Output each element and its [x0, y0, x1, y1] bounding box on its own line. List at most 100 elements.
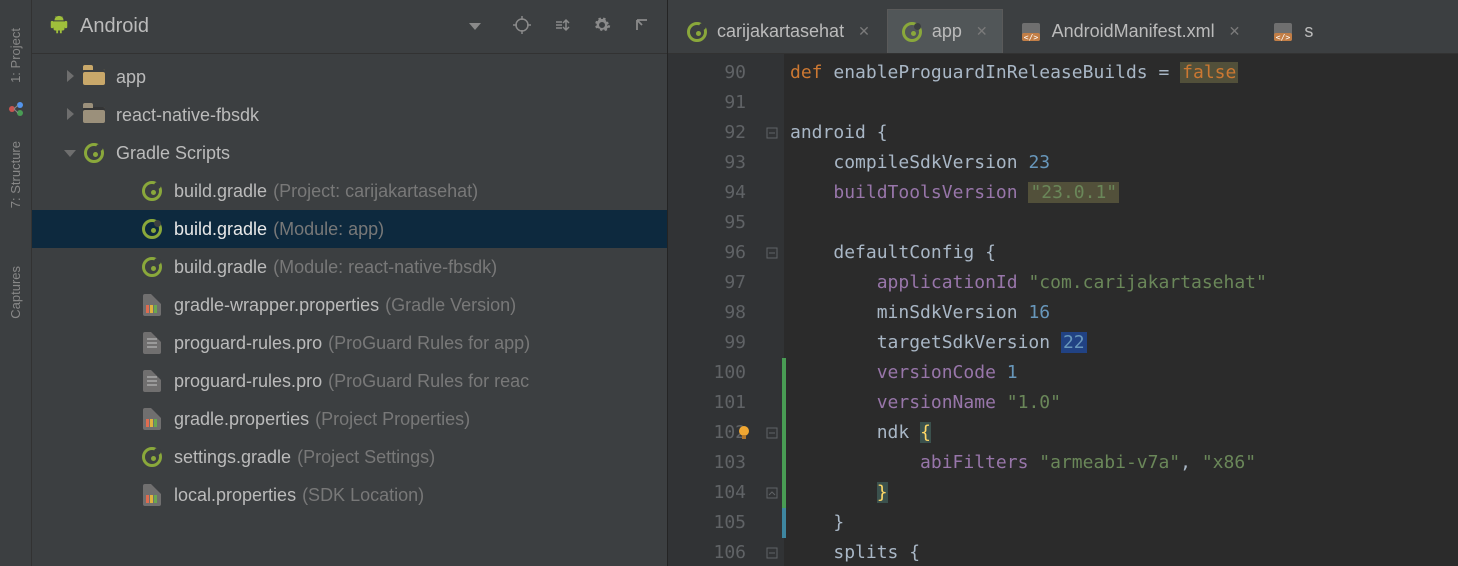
- tool-tab-captures[interactable]: Captures: [8, 266, 23, 319]
- tree-item[interactable]: app: [32, 58, 667, 96]
- tool-tab-structure[interactable]: 7: Structure: [8, 141, 23, 208]
- folder-icon: [82, 69, 106, 85]
- gradle-icon: [82, 143, 106, 163]
- fold-marker: [760, 88, 784, 118]
- svg-text:</>: </>: [1023, 33, 1038, 42]
- tree-item[interactable]: react-native-fbsdk: [32, 96, 667, 134]
- close-icon[interactable]: ✕: [976, 23, 988, 40]
- fold-marker: [760, 388, 784, 418]
- code-line[interactable]: buildToolsVersion "23.0.1": [790, 178, 1267, 208]
- tree-item[interactable]: settings.gradle(Project Settings): [32, 438, 667, 476]
- code-line[interactable]: versionCode 1: [790, 358, 1267, 388]
- code-line[interactable]: defaultConfig {: [790, 238, 1267, 268]
- tree-item-label: build.gradle: [174, 257, 267, 278]
- code-content[interactable]: def enableProguardInReleaseBuilds = fals…: [784, 54, 1267, 566]
- change-stripe: [782, 388, 786, 418]
- line-number: 95: [668, 208, 746, 238]
- line-number: 105: [668, 508, 746, 538]
- file-lines-icon: [140, 370, 164, 392]
- fold-marker: [760, 208, 784, 238]
- file-bars-icon: [140, 294, 164, 316]
- code-line[interactable]: applicationId "com.carijakartasehat": [790, 268, 1267, 298]
- tree-item[interactable]: gradle-wrapper.properties (Gradle Version…: [32, 286, 667, 324]
- line-number: 96: [668, 238, 746, 268]
- tree-item-hint: (Module: react-native-fbsdk): [273, 257, 497, 278]
- gradle-icon: [140, 219, 164, 239]
- change-stripe: [782, 358, 786, 388]
- fold-marker: [760, 508, 784, 538]
- code-line[interactable]: }: [790, 478, 1267, 508]
- editor-tab[interactable]: </>s: [1257, 9, 1328, 53]
- line-number: 90: [668, 58, 746, 88]
- target-icon[interactable]: [513, 16, 531, 38]
- gradle-icon: [140, 181, 164, 201]
- editor-area: carijakartasehat✕app✕</>AndroidManifest.…: [668, 0, 1458, 566]
- editor-tab[interactable]: app✕: [887, 9, 1003, 53]
- code-line[interactable]: targetSdkVersion 22: [790, 328, 1267, 358]
- code-line[interactable]: [790, 208, 1267, 238]
- structure-tool-icon[interactable]: [8, 101, 24, 117]
- fold-marker[interactable]: [760, 538, 784, 566]
- tool-window-bar: 1: Project 7: Structure Captures: [0, 0, 32, 566]
- code-line[interactable]: versionName "1.0": [790, 388, 1267, 418]
- code-line[interactable]: android {: [790, 118, 1267, 148]
- fold-marker: [760, 178, 784, 208]
- tab-label: carijakartasehat: [717, 21, 844, 42]
- line-number: 91: [668, 88, 746, 118]
- line-number: 101: [668, 388, 746, 418]
- close-icon[interactable]: ✕: [858, 23, 870, 40]
- change-stripe: [782, 448, 786, 478]
- tree-item-label: Gradle Scripts: [116, 143, 230, 164]
- tree-item-label: proguard-rules.pro: [174, 333, 322, 354]
- tree-item-hint: (Gradle Version): [385, 295, 516, 316]
- tree-item[interactable]: build.gradle(Module: app): [32, 210, 667, 248]
- editor-tab[interactable]: carijakartasehat ✕: [672, 9, 885, 53]
- android-icon: [48, 14, 70, 40]
- fold-marker[interactable]: [760, 238, 784, 268]
- code-line[interactable]: }: [790, 508, 1267, 538]
- line-number: 92: [668, 118, 746, 148]
- tree-item[interactable]: build.gradle (Module: react-native-fbsdk): [32, 248, 667, 286]
- fold-marker[interactable]: [760, 118, 784, 148]
- tab-label: AndroidManifest.xml: [1052, 21, 1215, 42]
- hide-icon[interactable]: [633, 16, 651, 38]
- code-line[interactable]: abiFilters "armeabi-v7a", "x86": [790, 448, 1267, 478]
- code-line[interactable]: minSdkVersion 16: [790, 298, 1267, 328]
- lightbulb-icon[interactable]: [735, 422, 753, 452]
- collapse-arrow-icon: [64, 150, 76, 157]
- file-bars-icon: [140, 408, 164, 430]
- panel-view-dropdown[interactable]: [149, 23, 491, 30]
- close-icon[interactable]: ✕: [1229, 23, 1241, 40]
- tree-item[interactable]: Gradle Scripts: [32, 134, 667, 172]
- code-editor[interactable]: 9091929394959697989910010110210310410510…: [668, 54, 1458, 566]
- fold-marker[interactable]: [760, 418, 784, 448]
- code-line[interactable]: def enableProguardInReleaseBuilds = fals…: [790, 58, 1267, 88]
- code-line[interactable]: ndk {: [790, 418, 1267, 448]
- code-line[interactable]: [790, 88, 1267, 118]
- code-line[interactable]: splits {: [790, 538, 1267, 566]
- fold-marker: [760, 358, 784, 388]
- tree-item[interactable]: build.gradle(Project: carijakartasehat): [32, 172, 667, 210]
- fold-gutter[interactable]: [760, 54, 784, 566]
- project-panel-header: Android: [32, 0, 667, 54]
- tree-item-label: gradle-wrapper.properties: [174, 295, 379, 316]
- tree-item[interactable]: gradle.properties(Project Properties): [32, 400, 667, 438]
- fold-marker: [760, 148, 784, 178]
- fold-marker: [760, 328, 784, 358]
- tab-label: s: [1304, 21, 1313, 42]
- tree-item[interactable]: local.properties(SDK Location): [32, 476, 667, 514]
- panel-title: Android: [80, 15, 149, 38]
- line-number-gutter: 9091929394959697989910010110210310410510…: [668, 54, 760, 566]
- editor-tab[interactable]: </> AndroidManifest.xml ✕: [1005, 9, 1256, 53]
- code-line[interactable]: compileSdkVersion 23: [790, 148, 1267, 178]
- line-number: 98: [668, 298, 746, 328]
- tree-item-label: app: [116, 67, 146, 88]
- tree-item[interactable]: proguard-rules.pro(ProGuard Rules for re…: [32, 362, 667, 400]
- tree-item[interactable]: proguard-rules.pro(ProGuard Rules for ap…: [32, 324, 667, 362]
- tree-item-label: gradle.properties: [174, 409, 309, 430]
- tool-tab-project[interactable]: 1: Project: [8, 28, 23, 83]
- collapse-icon[interactable]: [553, 16, 571, 38]
- gear-icon[interactable]: [593, 16, 611, 38]
- fold-marker[interactable]: [760, 478, 784, 508]
- project-tree[interactable]: app react-native-fbsdk Gradle Scripts build…: [32, 54, 667, 514]
